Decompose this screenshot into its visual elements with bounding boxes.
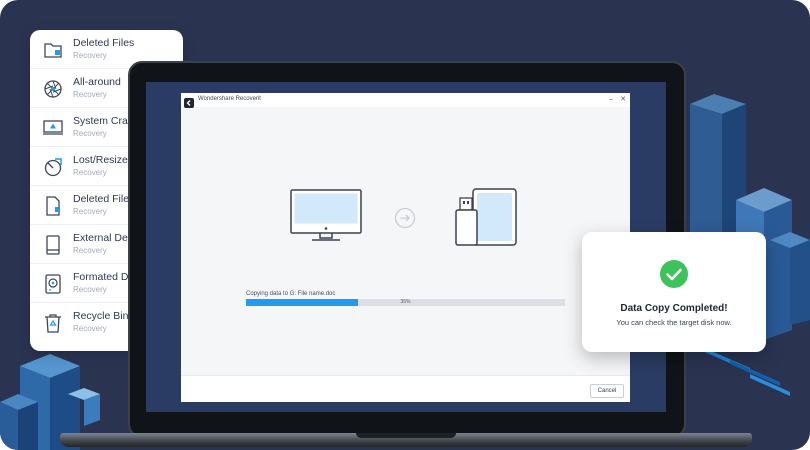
folder-icon bbox=[42, 39, 64, 61]
sidebar-item-title: All-around bbox=[73, 76, 121, 88]
copy-completed-notification: Data Copy Completed! You can check the t… bbox=[582, 232, 766, 352]
warning-monitor-icon bbox=[42, 117, 64, 139]
copy-progress-text: 35% bbox=[400, 299, 411, 305]
sidebar-item-subtitle: Recovery bbox=[73, 90, 107, 99]
aperture-icon bbox=[42, 78, 64, 100]
app-name: Wondershare Recoverit bbox=[198, 96, 261, 102]
sidebar-item-subtitle: Recovery bbox=[73, 285, 107, 294]
transfer-arrow-icon bbox=[394, 207, 416, 229]
notification-message: You can check the target disk now. bbox=[616, 318, 732, 327]
target-drive-icon bbox=[455, 188, 517, 246]
sidebar-item-title: Recycle Bin bbox=[73, 310, 129, 322]
app-footer: Cancel bbox=[181, 375, 630, 402]
cancel-button[interactable]: Cancel bbox=[590, 384, 624, 398]
close-button[interactable]: ✕ bbox=[618, 94, 628, 106]
copy-progress-bar: 35% bbox=[246, 299, 565, 306]
sidebar-item-subtitle: Recovery bbox=[73, 246, 107, 255]
copy-status-label: Copying data to G: File name.doc bbox=[246, 291, 336, 297]
sidebar-item-subtitle: Recovery bbox=[73, 324, 107, 333]
sidebar-item-subtitle: Recovery bbox=[73, 51, 107, 60]
sidebar-item-title: Deleted Files bbox=[73, 193, 135, 205]
sidebar-item-subtitle: Recovery bbox=[73, 129, 107, 138]
computer-monitor-icon bbox=[290, 189, 362, 241]
recycle-bin-icon bbox=[42, 312, 64, 334]
sidebar-item-title: Deleted Files bbox=[73, 37, 135, 49]
promo-stage: Deleted Files Recovery All-around Recove… bbox=[0, 0, 810, 450]
success-check-icon bbox=[660, 260, 688, 288]
recoverit-app-window: Wondershare Recoverit – ✕ Copying data t… bbox=[181, 93, 630, 402]
minimize-button[interactable]: – bbox=[606, 94, 616, 106]
sidebar-item-subtitle: Recovery bbox=[73, 168, 107, 177]
partition-icon bbox=[42, 156, 64, 178]
external-drive-icon bbox=[42, 234, 64, 256]
app-title-bar: Wondershare Recoverit – ✕ bbox=[181, 93, 630, 108]
recoverit-logo-icon bbox=[184, 95, 194, 108]
hard-disk-icon bbox=[42, 273, 64, 295]
laptop-base-notch bbox=[356, 433, 456, 438]
notification-title: Data Copy Completed! bbox=[620, 303, 728, 314]
sidebar-item-subtitle: Recovery bbox=[73, 207, 107, 216]
document-icon bbox=[42, 195, 64, 217]
